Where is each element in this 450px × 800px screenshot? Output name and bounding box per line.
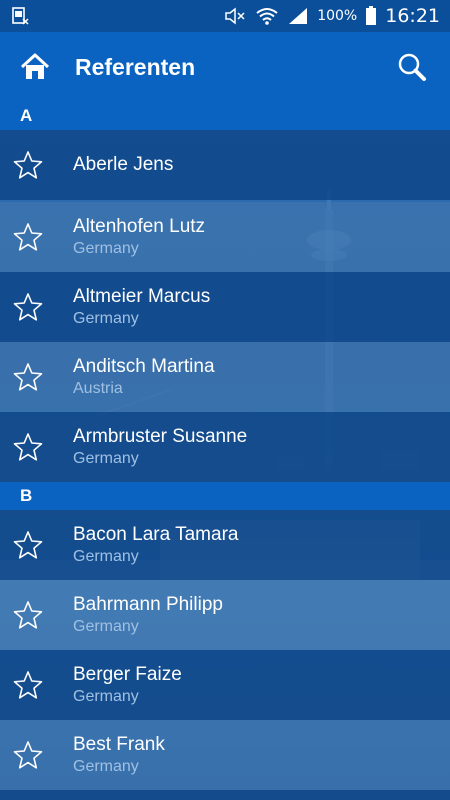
list-item[interactable]: Altenhofen Lutz Germany <box>0 202 450 272</box>
speaker-name: Altenhofen Lutz <box>73 215 206 237</box>
star-outline-icon <box>13 223 43 251</box>
star-outline-icon <box>13 433 43 461</box>
list-bottom-edge <box>0 790 450 800</box>
favorite-star-button[interactable] <box>0 412 56 482</box>
list-item[interactable]: Aberle Jens <box>0 130 450 200</box>
status-bar: 100% 16:21 <box>0 0 450 32</box>
speaker-country: Germany <box>73 309 139 327</box>
speaker-country: Germany <box>73 547 139 565</box>
speaker-name: Aberle Jens <box>73 154 174 175</box>
favorite-star-button[interactable] <box>0 202 56 272</box>
signal-icon <box>289 8 308 24</box>
list-item-text: Altmeier Marcus Germany <box>73 286 210 329</box>
list-item-text: Armbruster Susanne Germany <box>73 426 247 469</box>
favorite-star-button[interactable] <box>0 272 56 342</box>
star-outline-icon <box>13 531 43 559</box>
star-outline-icon <box>13 151 43 179</box>
speaker-name: Altmeier Marcus <box>73 285 211 307</box>
favorite-star-button[interactable] <box>0 580 56 650</box>
favorite-star-button[interactable] <box>0 650 56 720</box>
home-button[interactable] <box>0 32 70 102</box>
list-item[interactable]: Berger Faize Germany <box>0 650 450 720</box>
battery-percent: 100% <box>317 8 358 24</box>
star-outline-icon <box>13 601 43 629</box>
star-outline-icon <box>13 363 43 391</box>
search-button[interactable] <box>382 32 442 102</box>
wifi-icon <box>256 8 278 25</box>
speaker-country: Germany <box>73 757 139 775</box>
list-item[interactable]: Bacon Lara Tamara Germany <box>0 510 450 580</box>
app-bar: Referenten <box>0 32 450 102</box>
list-item-text: Altenhofen Lutz Germany <box>73 216 205 259</box>
list-item-text: Bacon Lara Tamara Germany <box>73 524 238 567</box>
sim-icon <box>12 7 29 25</box>
list-item[interactable]: Best Frank Germany <box>0 720 450 790</box>
speaker-country: Austria <box>73 379 123 397</box>
list-item[interactable]: Altmeier Marcus Germany <box>0 272 450 342</box>
section-header-a: A <box>0 102 450 130</box>
speaker-country: Germany <box>73 617 139 635</box>
search-icon <box>398 53 426 81</box>
status-time: 16:21 <box>385 5 440 27</box>
list-item-text: Bahrmann Philipp Germany <box>73 594 223 637</box>
status-left <box>10 6 30 26</box>
speaker-name: Bahrmann Philipp <box>73 593 223 615</box>
speaker-name: Bacon Lara Tamara <box>73 523 239 545</box>
favorite-star-button[interactable] <box>0 130 56 200</box>
star-outline-icon <box>13 671 43 699</box>
speaker-country: Germany <box>73 239 139 257</box>
list-item-text: Anditsch Martina Austria <box>73 356 215 399</box>
section-header-b: B <box>0 482 450 510</box>
favorite-star-button[interactable] <box>0 720 56 790</box>
list-item-text: Aberle Jens <box>73 154 173 176</box>
speaker-country: Germany <box>73 687 139 705</box>
star-outline-icon <box>13 293 43 321</box>
speaker-name: Best Frank <box>73 733 165 755</box>
list-item[interactable]: Armbruster Susanne Germany <box>0 412 450 482</box>
status-right: 100% 16:21 <box>223 5 440 27</box>
list-item[interactable]: Anditsch Martina Austria <box>0 342 450 412</box>
battery-icon <box>366 6 377 25</box>
favorite-star-button[interactable] <box>0 510 56 580</box>
speaker-list: A Aberle Jens Altenhofen Lutz Germany Al… <box>0 102 450 800</box>
speaker-name: Berger Faize <box>73 663 182 685</box>
list-item-text: Best Frank Germany <box>73 734 165 777</box>
star-outline-icon <box>13 741 43 769</box>
list-item[interactable]: Bahrmann Philipp Germany <box>0 580 450 650</box>
speaker-country: Germany <box>73 449 139 467</box>
favorite-star-button[interactable] <box>0 342 56 412</box>
speaker-name: Anditsch Martina <box>73 355 215 377</box>
list-item-text: Berger Faize Germany <box>73 664 182 707</box>
home-icon <box>20 53 50 79</box>
mute-icon <box>225 7 245 25</box>
speaker-name: Armbruster Susanne <box>73 425 248 447</box>
page-title: Referenten <box>75 53 196 80</box>
